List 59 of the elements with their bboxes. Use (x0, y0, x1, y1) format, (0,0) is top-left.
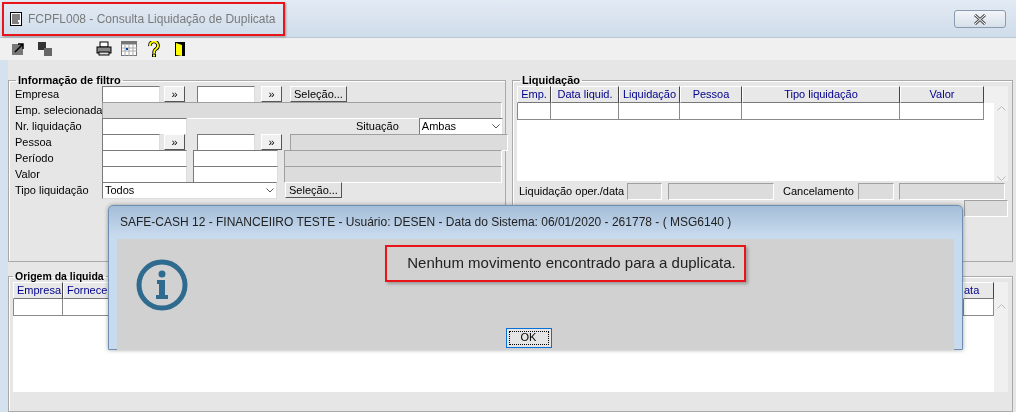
ok-button[interactable]: OK (505, 327, 552, 348)
column-header[interactable]: Liquidação (619, 86, 680, 103)
close-icon (973, 13, 987, 25)
selection-button[interactable]: Seleção... (285, 182, 342, 198)
field-label: Situação (356, 118, 399, 134)
dropdown-value: Todos (105, 182, 135, 198)
selection-button[interactable]: Seleção... (290, 86, 347, 102)
column-header[interactable]: Empresa (13, 282, 63, 299)
field-label: Emp. selecionada (14, 102, 102, 118)
column-header[interactable]: Pessoa (680, 86, 742, 103)
caret-icon (491, 123, 500, 129)
lookup-button[interactable]: » (261, 134, 282, 150)
panel-title: Origem da liquida (14, 270, 105, 282)
display-field (858, 182, 894, 200)
scroll-up-icon (996, 106, 1006, 111)
dialog-title: SAFE-CASH 12 - FINANCEIIRO TESTE - Usuário: DESEN - Data do Sistema: 06/01/2020 - 261778 - ( MSG6140 ) (119, 214, 733, 231)
caret-icon (266, 187, 274, 193)
column-header[interactable]: Data liquid. (551, 86, 619, 103)
column-header[interactable]: Fornece (63, 282, 109, 299)
panel-title: Informação de filtro (17, 74, 122, 86)
scrollbar[interactable] (994, 86, 1008, 181)
field-label: Empresa (14, 86, 61, 102)
field-label: Nr. liquidação (14, 118, 83, 134)
table-cell (551, 103, 619, 120)
field-label: Pessoa (14, 134, 53, 150)
windows-icon[interactable] (37, 41, 53, 57)
printer-icon[interactable] (96, 41, 112, 57)
panel-title: Liquidação (521, 74, 582, 86)
table-cell (680, 103, 742, 120)
display-field (627, 182, 662, 200)
lookup-button[interactable]: » (261, 86, 282, 102)
column-header[interactable]: ata (963, 282, 994, 299)
column-header[interactable]: Valor (900, 86, 984, 103)
column-header[interactable]: Tipo liquidação (742, 86, 900, 103)
dialog-message: Nenhum movimento encontrado para a duplicata. (385, 245, 746, 282)
table-cell (13, 299, 63, 316)
export-icon[interactable] (11, 41, 27, 57)
column-header[interactable]: Emp. (517, 86, 551, 103)
document-icon (10, 12, 22, 26)
field-label: Valor (14, 166, 41, 182)
close-button[interactable] (954, 10, 1006, 28)
table-cell (517, 103, 551, 120)
dropdown-value: Ambas (421, 118, 457, 134)
input-field[interactable] (197, 85, 255, 103)
field-label: Liquidação oper./data (518, 183, 626, 199)
field-label: Tipo liquidação (14, 182, 90, 198)
window-title: FCPFL008 - Consulta Liquidação de Duplicata (2, 2, 286, 36)
input-field[interactable] (102, 85, 160, 103)
help-icon[interactable] (146, 41, 162, 57)
info-icon (136, 259, 188, 311)
input-field[interactable] (197, 133, 255, 151)
lookup-button[interactable]: » (164, 86, 185, 102)
scrollbar[interactable] (994, 282, 1008, 392)
field-label: Cancelamento (783, 183, 855, 199)
field-label: Período (14, 150, 55, 166)
scroll-up-icon (996, 304, 1006, 309)
scroll-down-icon (996, 176, 1006, 181)
table-cell (619, 103, 680, 120)
calendar-icon[interactable] (121, 41, 137, 57)
